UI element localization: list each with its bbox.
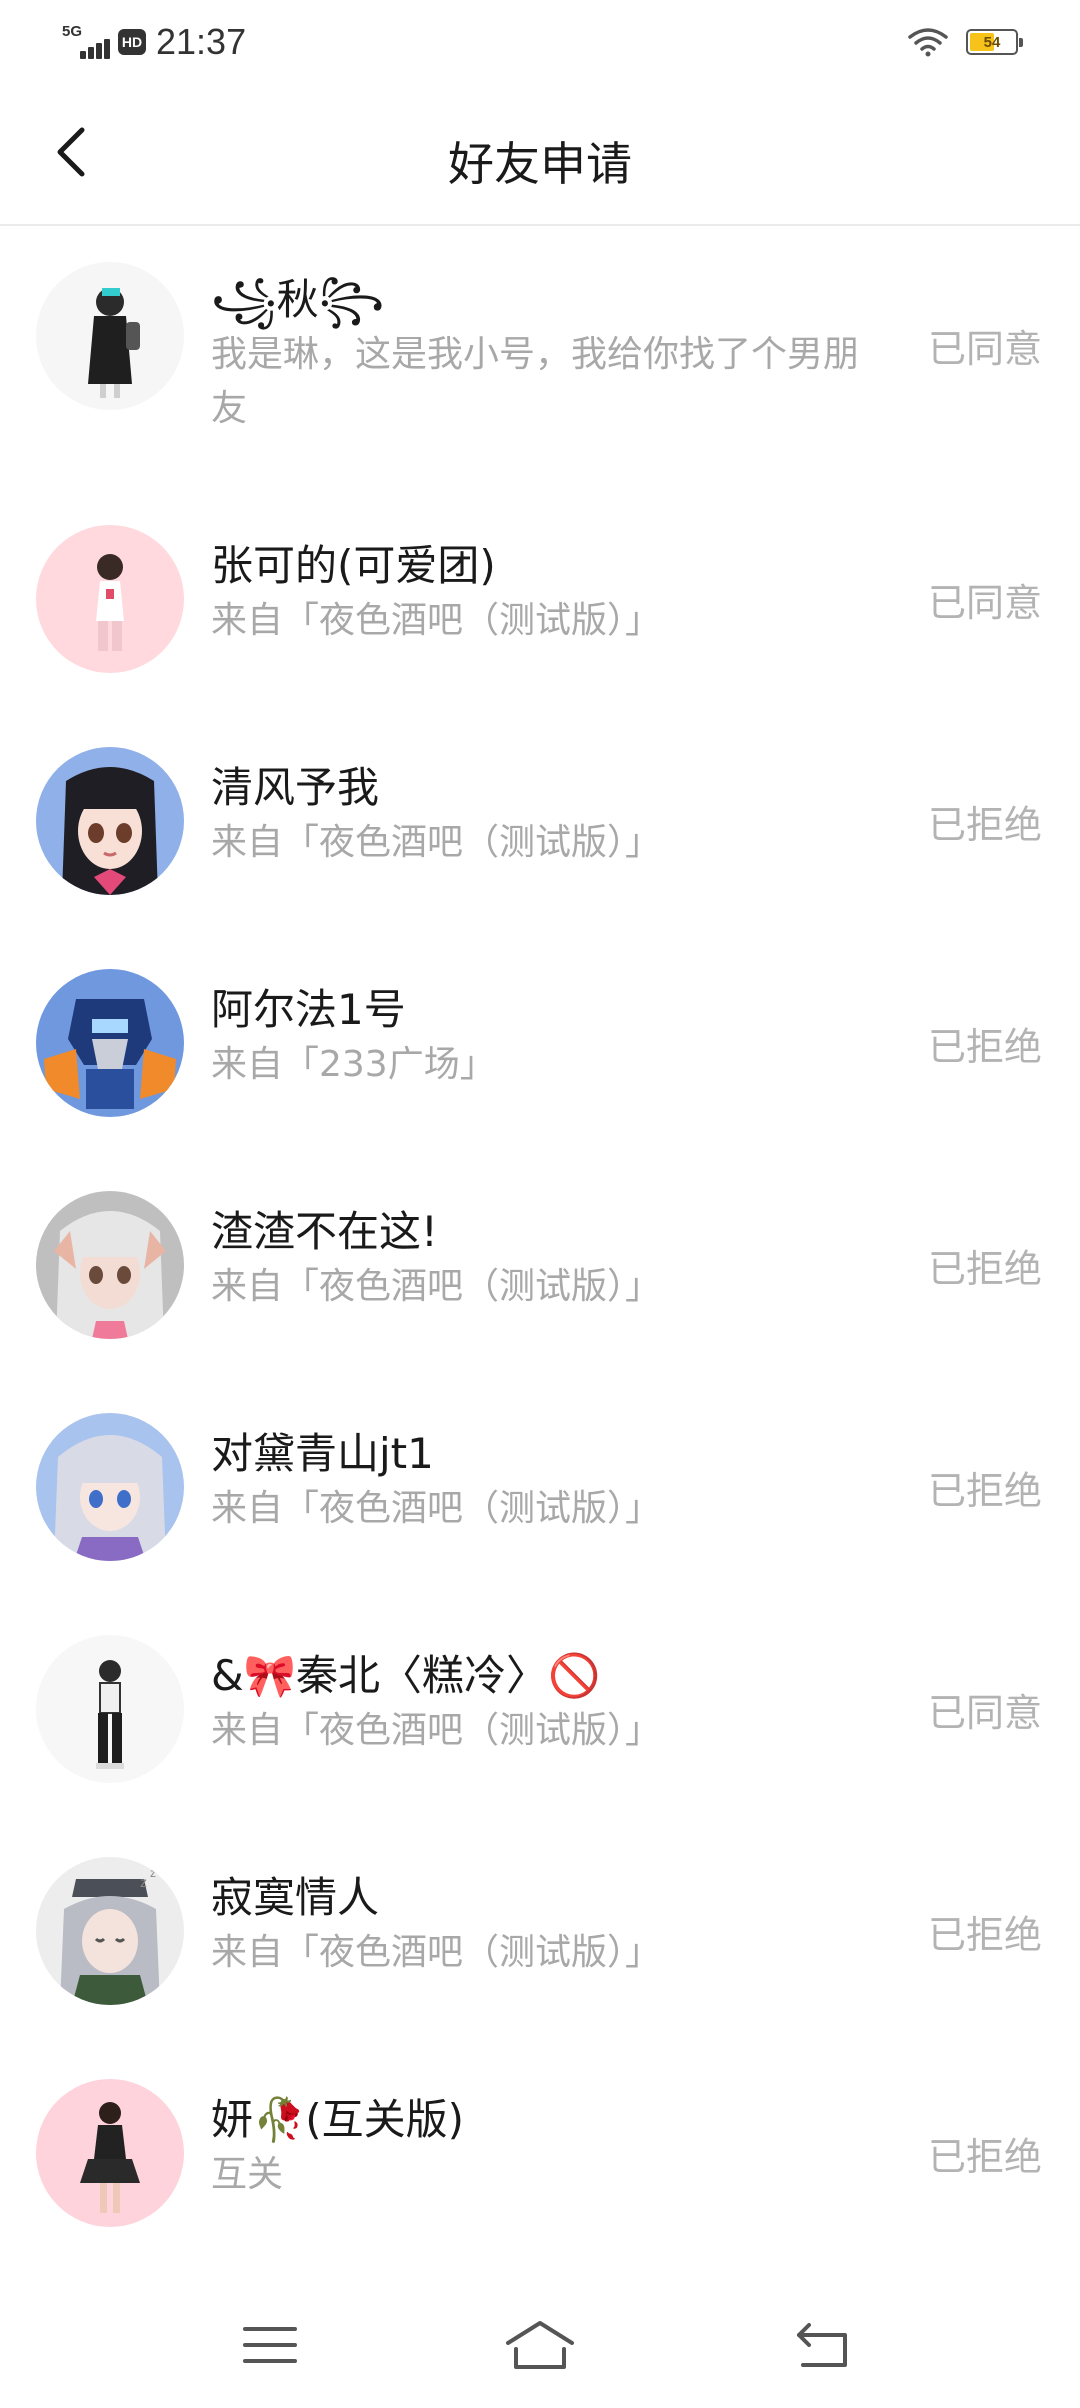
request-row[interactable]: 妍🥀(互关版) 互关 已拒绝 xyxy=(0,2042,1080,2264)
user-name: ꧁秋꧂ xyxy=(211,275,385,324)
request-texts: 张可的(可爱团) 来自「夜色酒吧（测试版）」 xyxy=(211,538,880,648)
request-message: 来自「夜色酒吧（测试版）」 xyxy=(211,1932,662,1973)
request-message: 来自「夜色酒吧（测试版）」 xyxy=(211,1488,662,1529)
svg-text:z: z xyxy=(140,1874,147,1890)
request-texts: 清风予我 来自「夜色酒吧（测试版）」 xyxy=(211,760,880,870)
status-label: 已拒绝 xyxy=(927,2135,1042,2179)
avatar[interactable] xyxy=(36,1413,184,1561)
request-texts: 对黛青山jt1 来自「夜色酒吧（测试版）」 xyxy=(211,1426,880,1536)
user-name: 对黛青山jt1 xyxy=(211,1429,434,1478)
back-nav-button[interactable] xyxy=(778,2310,868,2380)
request-message: 来自「233广场」 xyxy=(211,1044,496,1085)
status-label: 已同意 xyxy=(927,581,1042,625)
avatar[interactable] xyxy=(36,1191,184,1339)
request-row[interactable]: ꧁秋꧂ 我是琳，这是我小号，我给你找了个男朋友 已同意 xyxy=(0,226,1080,488)
friend-request-list: ꧁秋꧂ 我是琳，这是我小号，我给你找了个男朋友 已同意 张可的(可爱团) 来自「… xyxy=(0,226,1080,2264)
request-texts: 寂寞情人 来自「夜色酒吧（测试版）」 xyxy=(211,1870,880,1980)
request-texts: 渣渣不在这! 来自「夜色酒吧（测试版）」 xyxy=(211,1204,880,1314)
status-label: 已拒绝 xyxy=(927,803,1042,847)
status-left: 5G HD 21:37 xyxy=(62,20,246,64)
battery-level: 54 xyxy=(983,33,1001,51)
network-type: 5G xyxy=(62,23,83,40)
avatar[interactable] xyxy=(36,969,184,1117)
page-title: 好友申请 xyxy=(448,137,632,191)
avatar[interactable] xyxy=(36,747,184,895)
status-label: 已同意 xyxy=(927,1691,1042,1735)
request-message: 来自「夜色酒吧（测试版）」 xyxy=(211,822,662,863)
user-name: 妍🥀(互关版) xyxy=(211,2095,465,2144)
status-label: 已拒绝 xyxy=(927,1913,1042,1957)
clock: 21:37 xyxy=(156,21,247,62)
request-row[interactable]: 张可的(可爱团) 来自「夜色酒吧（测试版）」 已同意 xyxy=(0,488,1080,710)
request-row[interactable]: 对黛青山jt1 来自「夜色酒吧（测试版）」 已拒绝 xyxy=(0,1376,1080,1598)
back-nav-icon xyxy=(797,2323,847,2367)
status-bar: 5G HD 21:37 54 xyxy=(0,0,1080,84)
hd-icon: HD xyxy=(118,29,146,55)
user-name: 寂寞情人 xyxy=(211,1873,380,1922)
user-name: 张可的(可爱团) xyxy=(211,541,496,590)
request-texts: ꧁秋꧂ 我是琳，这是我小号，我给你找了个男朋友 xyxy=(211,272,880,436)
avatar[interactable] xyxy=(36,2079,184,2227)
request-row[interactable]: &🎀秦北〈糕冷〉🚫 来自「夜色酒吧（测试版）」 已同意 xyxy=(0,1598,1080,1820)
request-message: 我是琳，这是我小号，我给你找了个男朋友 xyxy=(211,334,860,429)
status-label: 已同意 xyxy=(927,327,1042,371)
menu-icon xyxy=(243,2327,297,2363)
status-right: 54 xyxy=(908,22,1023,62)
request-message: 来自「夜色酒吧（测试版）」 xyxy=(211,1266,662,1307)
avatar[interactable] xyxy=(36,525,184,673)
request-message: 互关 xyxy=(211,2154,284,2195)
home-icon xyxy=(506,2321,574,2369)
request-texts: 妍🥀(互关版) 互关 xyxy=(211,2092,880,2202)
avatar[interactable]: z z xyxy=(36,1857,184,2005)
signal-icon: 5G xyxy=(62,23,112,61)
status-label: 已拒绝 xyxy=(927,1247,1042,1291)
status-label: 已拒绝 xyxy=(927,1469,1042,1513)
avatar[interactable] xyxy=(36,1635,184,1783)
request-texts: 阿尔法1号 来自「233广场」 xyxy=(211,982,880,1092)
request-message: 来自「夜色酒吧（测试版）」 xyxy=(211,1710,662,1751)
menu-button[interactable] xyxy=(225,2310,315,2380)
request-row[interactable]: 渣渣不在这! 来自「夜色酒吧（测试版）」 已拒绝 xyxy=(0,1154,1080,1376)
header: 好友申请 xyxy=(0,84,1080,226)
request-row[interactable]: z z 寂寞情人 来自「夜色酒吧（测试版）」 已拒绝 xyxy=(0,1820,1080,2042)
svg-text:z: z xyxy=(150,1866,156,1880)
status-label: 已拒绝 xyxy=(927,1025,1042,1069)
request-row[interactable]: 清风予我 来自「夜色酒吧（测试版）」 已拒绝 xyxy=(0,710,1080,932)
battery-icon: 54 xyxy=(966,29,1023,55)
user-name: 渣渣不在这! xyxy=(211,1207,438,1256)
request-row[interactable]: 阿尔法1号 来自「233广场」 已拒绝 xyxy=(0,932,1080,1154)
user-name: &🎀秦北〈糕冷〉🚫 xyxy=(211,1651,601,1700)
avatar[interactable] xyxy=(36,262,184,410)
system-nav-bar xyxy=(0,2290,1080,2408)
home-button[interactable] xyxy=(495,2310,585,2380)
request-texts: &🎀秦北〈糕冷〉🚫 来自「夜色酒吧（测试版）」 xyxy=(211,1648,880,1758)
user-name: 阿尔法1号 xyxy=(211,985,406,1034)
wifi-icon xyxy=(908,28,948,57)
request-message: 来自「夜色酒吧（测试版）」 xyxy=(211,600,662,641)
user-name: 清风予我 xyxy=(211,763,380,812)
